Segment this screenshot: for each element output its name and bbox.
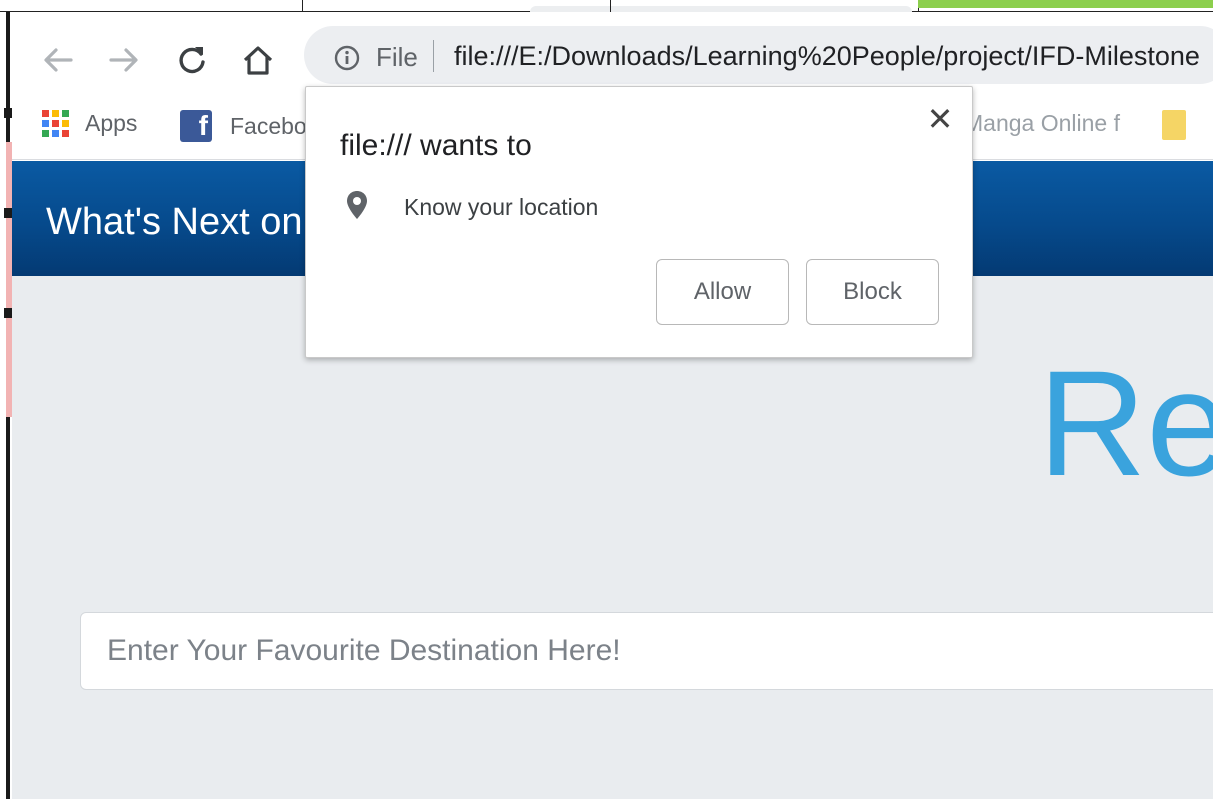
apps-grid-icon — [42, 110, 69, 137]
strip-green-block — [918, 0, 1213, 8]
allow-button[interactable]: Allow — [656, 259, 789, 325]
forward-arrow-icon[interactable] — [104, 40, 144, 80]
popup-title: file:/// wants to — [340, 129, 532, 162]
bookmark-manga-label: Manga Online f — [964, 110, 1120, 136]
back-arrow-icon[interactable] — [38, 40, 78, 80]
omnibox-separator — [433, 40, 434, 72]
permission-text: Know your location — [404, 194, 599, 220]
top-strip-artifact — [0, 0, 1213, 18]
home-icon[interactable] — [238, 40, 278, 80]
edge-mark — [4, 108, 12, 118]
location-pin-icon — [344, 189, 370, 226]
permission-row: Know your location — [344, 189, 598, 226]
bookmark-manga[interactable]: Manga Online f — [964, 110, 1120, 137]
bookmark-apps-label: Apps — [85, 110, 138, 136]
window-left-edge — [0, 12, 12, 799]
hero-heading: Ready — [1038, 348, 1213, 498]
destination-search-input[interactable] — [80, 612, 1213, 690]
edge-mark — [4, 208, 12, 218]
permission-popup: file:/// wants to ✕ Know your location A… — [305, 86, 973, 358]
bookmark-apps[interactable]: Apps — [42, 110, 137, 137]
address-url[interactable]: file:///E:/Downloads/Learning%20People/p… — [454, 41, 1213, 72]
facebook-icon: f — [180, 110, 212, 142]
scheme-label[interactable]: File — [376, 42, 418, 73]
close-icon[interactable]: ✕ — [926, 103, 954, 135]
strip-divider — [302, 0, 303, 12]
folder-icon[interactable] — [1162, 110, 1186, 140]
reload-icon[interactable] — [172, 40, 212, 80]
strip-divider — [610, 0, 611, 12]
info-icon[interactable] — [334, 45, 360, 76]
edge-mark — [4, 308, 12, 318]
block-button[interactable]: Block — [806, 259, 939, 325]
